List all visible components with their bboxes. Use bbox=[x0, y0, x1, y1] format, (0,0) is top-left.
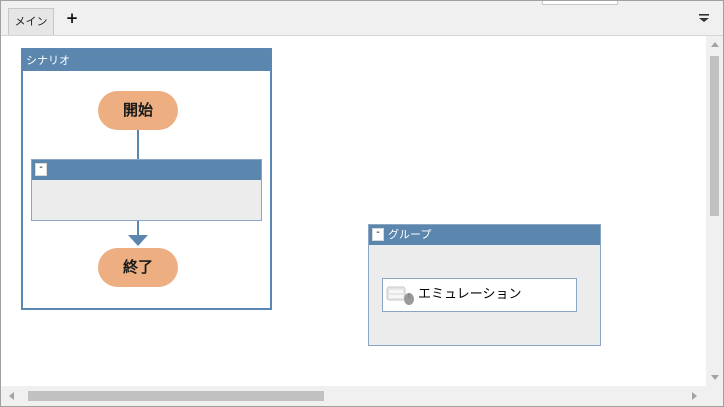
tab-bar: メイン + bbox=[1, 1, 723, 36]
workflow-canvas[interactable]: シナリオ 開始 - 終了 - グループ エミュレーション bbox=[1, 36, 723, 406]
scenario-title: シナリオ bbox=[23, 50, 270, 71]
inner-group-block[interactable]: - bbox=[31, 159, 262, 221]
emulation-icon bbox=[386, 286, 414, 305]
connector-line bbox=[137, 221, 139, 235]
scroll-up-icon[interactable] bbox=[711, 42, 719, 47]
collapse-button[interactable]: - bbox=[372, 228, 384, 241]
workflow-designer-window: メイン + シナリオ 開始 - 終了 - グループ エミュレーション bbox=[0, 0, 724, 407]
end-node[interactable]: 終了 bbox=[98, 248, 178, 287]
tab-menu-dropdown-icon[interactable] bbox=[697, 11, 711, 25]
group-block[interactable]: - グループ エミュレーション bbox=[368, 224, 601, 346]
collapse-button[interactable]: - bbox=[35, 163, 47, 176]
scrollbar-corner bbox=[706, 386, 723, 406]
connector-line bbox=[137, 130, 139, 159]
scroll-left-icon[interactable] bbox=[9, 392, 14, 400]
group-title: グループ bbox=[388, 228, 432, 241]
scroll-right-icon[interactable] bbox=[692, 392, 697, 400]
vertical-scrollbar[interactable] bbox=[706, 36, 723, 386]
scroll-down-icon[interactable] bbox=[711, 375, 719, 380]
tab-main[interactable]: メイン bbox=[8, 8, 54, 35]
horizontal-scrollbar[interactable] bbox=[1, 386, 723, 406]
add-tab-icon[interactable]: + bbox=[64, 10, 80, 26]
group-header: - グループ bbox=[369, 225, 600, 245]
scenario-container[interactable]: シナリオ 開始 - 終了 bbox=[21, 48, 272, 310]
vertical-scroll-thumb[interactable] bbox=[710, 56, 719, 216]
start-node[interactable]: 開始 bbox=[98, 91, 178, 130]
emulation-label: エミュレーション bbox=[418, 287, 522, 302]
inner-group-header: - bbox=[32, 160, 261, 180]
flow-arrow-icon bbox=[128, 235, 148, 246]
toolbar-field-edge bbox=[542, 1, 618, 5]
horizontal-scroll-thumb[interactable] bbox=[28, 391, 324, 401]
emulation-action[interactable]: エミュレーション bbox=[382, 278, 577, 312]
